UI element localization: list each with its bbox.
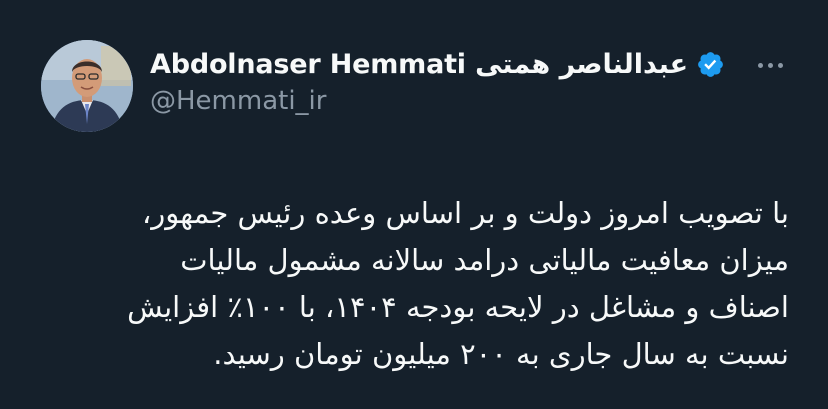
author-avatar[interactable] [41,40,133,132]
tweet-text-line: میزان معافیت مالیاتی درامد سالانه مشمول … [180,243,789,277]
more-horizontal-icon [767,62,773,68]
author-name-row[interactable]: Abdolnaser Hemmati عبدالناصر همتی [150,44,725,84]
tweet-card: Abdolnaser Hemmati عبدالناصر همتی @Hemma… [0,0,828,409]
verified-badge-icon [696,50,725,79]
author-handle[interactable]: @Hemmati_ir [150,86,326,116]
more-horizontal-icon [777,62,783,68]
tweet-text: با تصویب امروز دولت و بر اساس وعده رئیس … [29,190,789,378]
profile-photo [41,40,133,132]
more-options-button[interactable] [750,50,790,80]
tweet-text-line: اصناف و مشاغل در لایحه بودجه ۱۴۰۴، با ۱۰… [127,290,789,324]
tweet-text-line: نسبت به سال جاری به ۲۰۰ میلیون تومان رسی… [213,337,789,371]
author-display-name[interactable]: Abdolnaser Hemmati عبدالناصر همتی [150,49,688,80]
more-horizontal-icon [757,62,763,68]
tweet-text-line: با تصویب امروز دولت و بر اساس وعده رئیس … [141,196,789,230]
